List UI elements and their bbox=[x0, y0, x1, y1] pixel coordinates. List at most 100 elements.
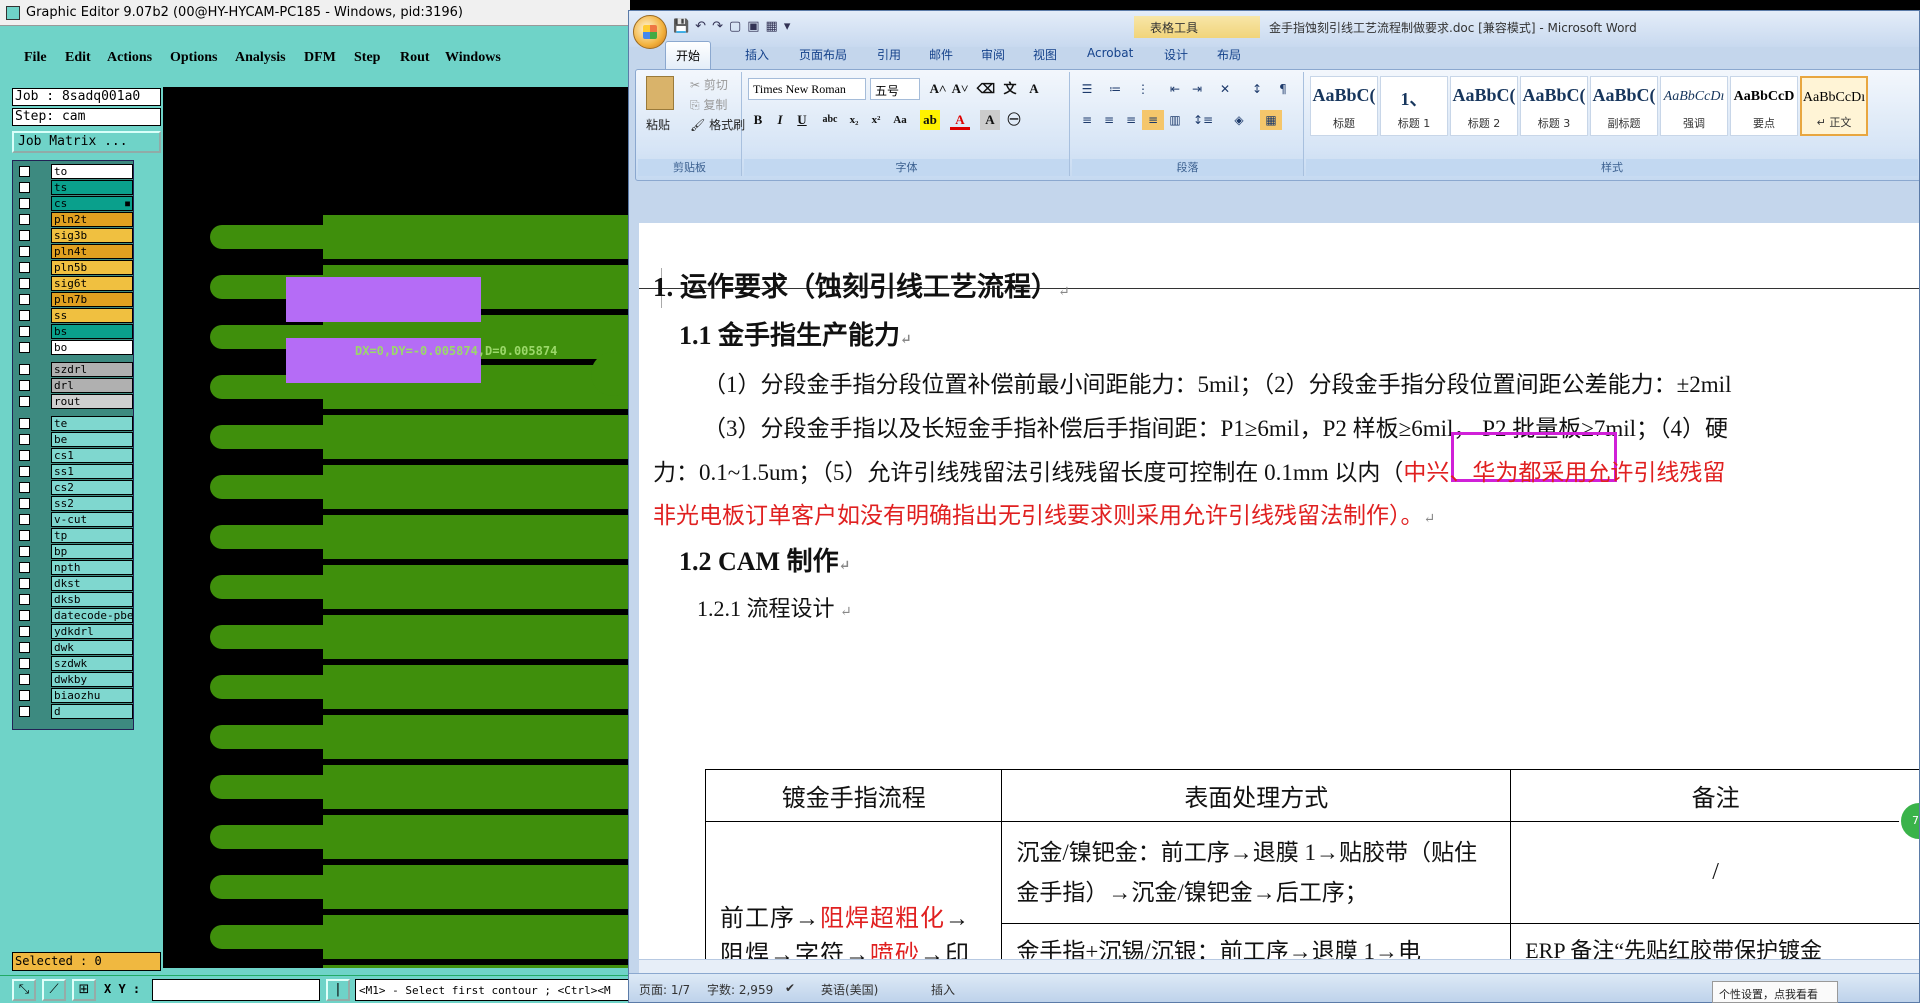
layer-checkbox[interactable] bbox=[19, 626, 30, 637]
status-page[interactable]: 页面: 1/7 bbox=[639, 981, 690, 998]
layer-checkbox[interactable] bbox=[19, 364, 30, 375]
layer-checkbox[interactable] bbox=[19, 214, 30, 225]
layer-checkbox[interactable] bbox=[19, 562, 30, 573]
layer-checkbox[interactable] bbox=[19, 230, 30, 241]
layer-row-biaozhu[interactable]: biaozhu bbox=[15, 688, 133, 703]
layer-label[interactable]: d bbox=[51, 704, 133, 719]
layer-label[interactable]: rout bbox=[51, 394, 133, 409]
cursor-icon[interactable]: | bbox=[326, 979, 350, 1001]
layer-row-v-cut[interactable]: v-cut bbox=[15, 512, 133, 527]
font-size-select[interactable]: 五号 bbox=[870, 78, 920, 100]
layer-row-tp[interactable]: tp bbox=[15, 528, 133, 543]
tab-acrobat[interactable]: Acrobat bbox=[1087, 46, 1133, 60]
menu-file[interactable]: File bbox=[24, 50, 47, 66]
grow-font-icon[interactable]: A˄ bbox=[928, 79, 948, 99]
layer-row-rout[interactable]: rout bbox=[15, 394, 133, 409]
underline-icon[interactable]: U bbox=[792, 110, 812, 130]
layer-row-dksb[interactable]: dksb bbox=[15, 592, 133, 607]
layer-label[interactable]: dksb bbox=[51, 592, 133, 607]
layer-label[interactable]: bp bbox=[51, 544, 133, 559]
font-name-select[interactable]: Times New Roman bbox=[748, 78, 866, 100]
borders-icon[interactable]: ▦ bbox=[1260, 110, 1282, 130]
change-case-icon[interactable]: Aa bbox=[890, 110, 910, 130]
grid-icon[interactable]: ⊞ bbox=[72, 979, 96, 1001]
layer-row-bo[interactable]: bo bbox=[15, 340, 133, 355]
layer-row-cs2[interactable]: cs2 bbox=[15, 480, 133, 495]
justify-icon[interactable]: ≡ bbox=[1142, 110, 1164, 130]
layer-label[interactable]: szdrl bbox=[51, 362, 133, 377]
layer-row-cs1[interactable]: cs1 bbox=[15, 448, 133, 463]
layer-checkbox[interactable] bbox=[19, 396, 30, 407]
layer-row-be[interactable]: be bbox=[15, 432, 133, 447]
layer-checkbox[interactable] bbox=[19, 450, 30, 461]
layer-row-bp[interactable]: bp bbox=[15, 544, 133, 559]
multilevel-icon[interactable]: ⋮ bbox=[1132, 79, 1154, 99]
bold-icon[interactable]: B bbox=[748, 110, 768, 130]
align-right-icon[interactable]: ≡ bbox=[1120, 110, 1142, 130]
layer-row-datecode-pbe[interactable]: datecode-pbe bbox=[15, 608, 133, 623]
menu-rout[interactable]: Rout bbox=[400, 50, 430, 66]
layer-checkbox[interactable] bbox=[19, 434, 30, 445]
layer-checkbox[interactable] bbox=[19, 326, 30, 337]
layer-label[interactable]: bo bbox=[51, 340, 133, 355]
layer-row-ts[interactable]: ts bbox=[15, 180, 133, 195]
layer-label[interactable]: te bbox=[51, 416, 133, 431]
horizontal-scrollbar[interactable] bbox=[639, 959, 1919, 973]
format-painter-button[interactable]: 🖌 格式刷 bbox=[690, 116, 745, 133]
zoom-box-icon[interactable]: ⤡ bbox=[12, 979, 36, 1001]
layer-row-dwkby[interactable]: dwkby bbox=[15, 672, 133, 687]
numbering-icon[interactable]: ≔ bbox=[1104, 79, 1126, 99]
paste-button[interactable]: 粘贴 bbox=[646, 116, 670, 133]
char-border-icon[interactable]: A bbox=[1024, 79, 1044, 99]
layer-checkbox[interactable] bbox=[19, 294, 30, 305]
layer-checkbox[interactable] bbox=[19, 466, 30, 477]
layer-checkbox[interactable] bbox=[19, 166, 30, 177]
shading-icon[interactable]: ◈ bbox=[1228, 110, 1250, 130]
char-shading-icon[interactable]: A bbox=[980, 110, 1000, 130]
xy-input[interactable] bbox=[152, 979, 320, 1001]
layer-label[interactable]: sig3b bbox=[51, 228, 133, 243]
layer-row-cs[interactable]: cs bbox=[15, 196, 133, 211]
document-page[interactable]: 1. 运作要求（蚀刻引线工艺流程）↵ 1.1 金手指生产能力↵ （1）分段金手指… bbox=[639, 223, 1919, 983]
layer-checkbox[interactable] bbox=[19, 278, 30, 289]
menu-edit[interactable]: Edit bbox=[65, 50, 91, 66]
sort-icon[interactable]: ↕ bbox=[1246, 79, 1268, 99]
layer-row-d[interactable]: d bbox=[15, 704, 133, 719]
layer-label[interactable]: npth bbox=[51, 560, 133, 575]
tab-references[interactable]: 引用 bbox=[877, 46, 901, 63]
layer-checkbox[interactable] bbox=[19, 610, 30, 621]
layer-row-pln4t[interactable]: pln4t bbox=[15, 244, 133, 259]
tab-design[interactable]: 设计 bbox=[1164, 46, 1188, 63]
strikethrough-icon[interactable]: abc bbox=[820, 110, 840, 130]
align-left-icon[interactable]: ≡ bbox=[1076, 110, 1098, 130]
layer-row-sig3b[interactable]: sig3b bbox=[15, 228, 133, 243]
layer-checkbox[interactable] bbox=[19, 530, 30, 541]
layer-row-bs[interactable]: bs bbox=[15, 324, 133, 339]
tab-home[interactable]: 开始 bbox=[665, 41, 712, 71]
tab-mailings[interactable]: 邮件 bbox=[929, 46, 953, 63]
layer-label[interactable]: ss bbox=[51, 308, 133, 323]
status-words[interactable]: 字数: 2,959 bbox=[707, 981, 773, 998]
layer-checkbox[interactable] bbox=[19, 198, 30, 209]
style-strong[interactable]: AaBbCcD 要点 bbox=[1730, 76, 1798, 136]
paste-icon[interactable] bbox=[646, 76, 674, 110]
style-heading-1[interactable]: 1、 标题 1 bbox=[1380, 76, 1448, 136]
highlight-icon[interactable]: ab bbox=[920, 110, 940, 130]
style-normal[interactable]: AaBbCcDı ↵ 正文 bbox=[1800, 76, 1868, 136]
cut-button[interactable]: ✂ 剪切 bbox=[690, 76, 728, 93]
asian-layout-icon[interactable]: ✕ bbox=[1214, 79, 1236, 99]
layer-row-drl[interactable]: drl bbox=[15, 378, 133, 393]
job-matrix-button[interactable]: Job Matrix ... bbox=[12, 131, 161, 153]
distributed-icon[interactable]: ▥ bbox=[1164, 110, 1186, 130]
layer-label[interactable]: bs bbox=[51, 324, 133, 339]
layer-row-pln5b[interactable]: pln5b bbox=[15, 260, 133, 275]
layer-row-ss[interactable]: ss bbox=[15, 308, 133, 323]
layer-checkbox[interactable] bbox=[19, 380, 30, 391]
layer-row-ydkdrl[interactable]: ydkdrl bbox=[15, 624, 133, 639]
layer-checkbox[interactable] bbox=[19, 246, 30, 257]
layer-row-pln7b[interactable]: pln7b bbox=[15, 292, 133, 307]
layer-row-npth[interactable]: npth bbox=[15, 560, 133, 575]
style-title[interactable]: AaBbC(标题 bbox=[1310, 76, 1378, 136]
layer-label[interactable]: pln4t bbox=[51, 244, 133, 259]
layer-checkbox[interactable] bbox=[19, 498, 30, 509]
